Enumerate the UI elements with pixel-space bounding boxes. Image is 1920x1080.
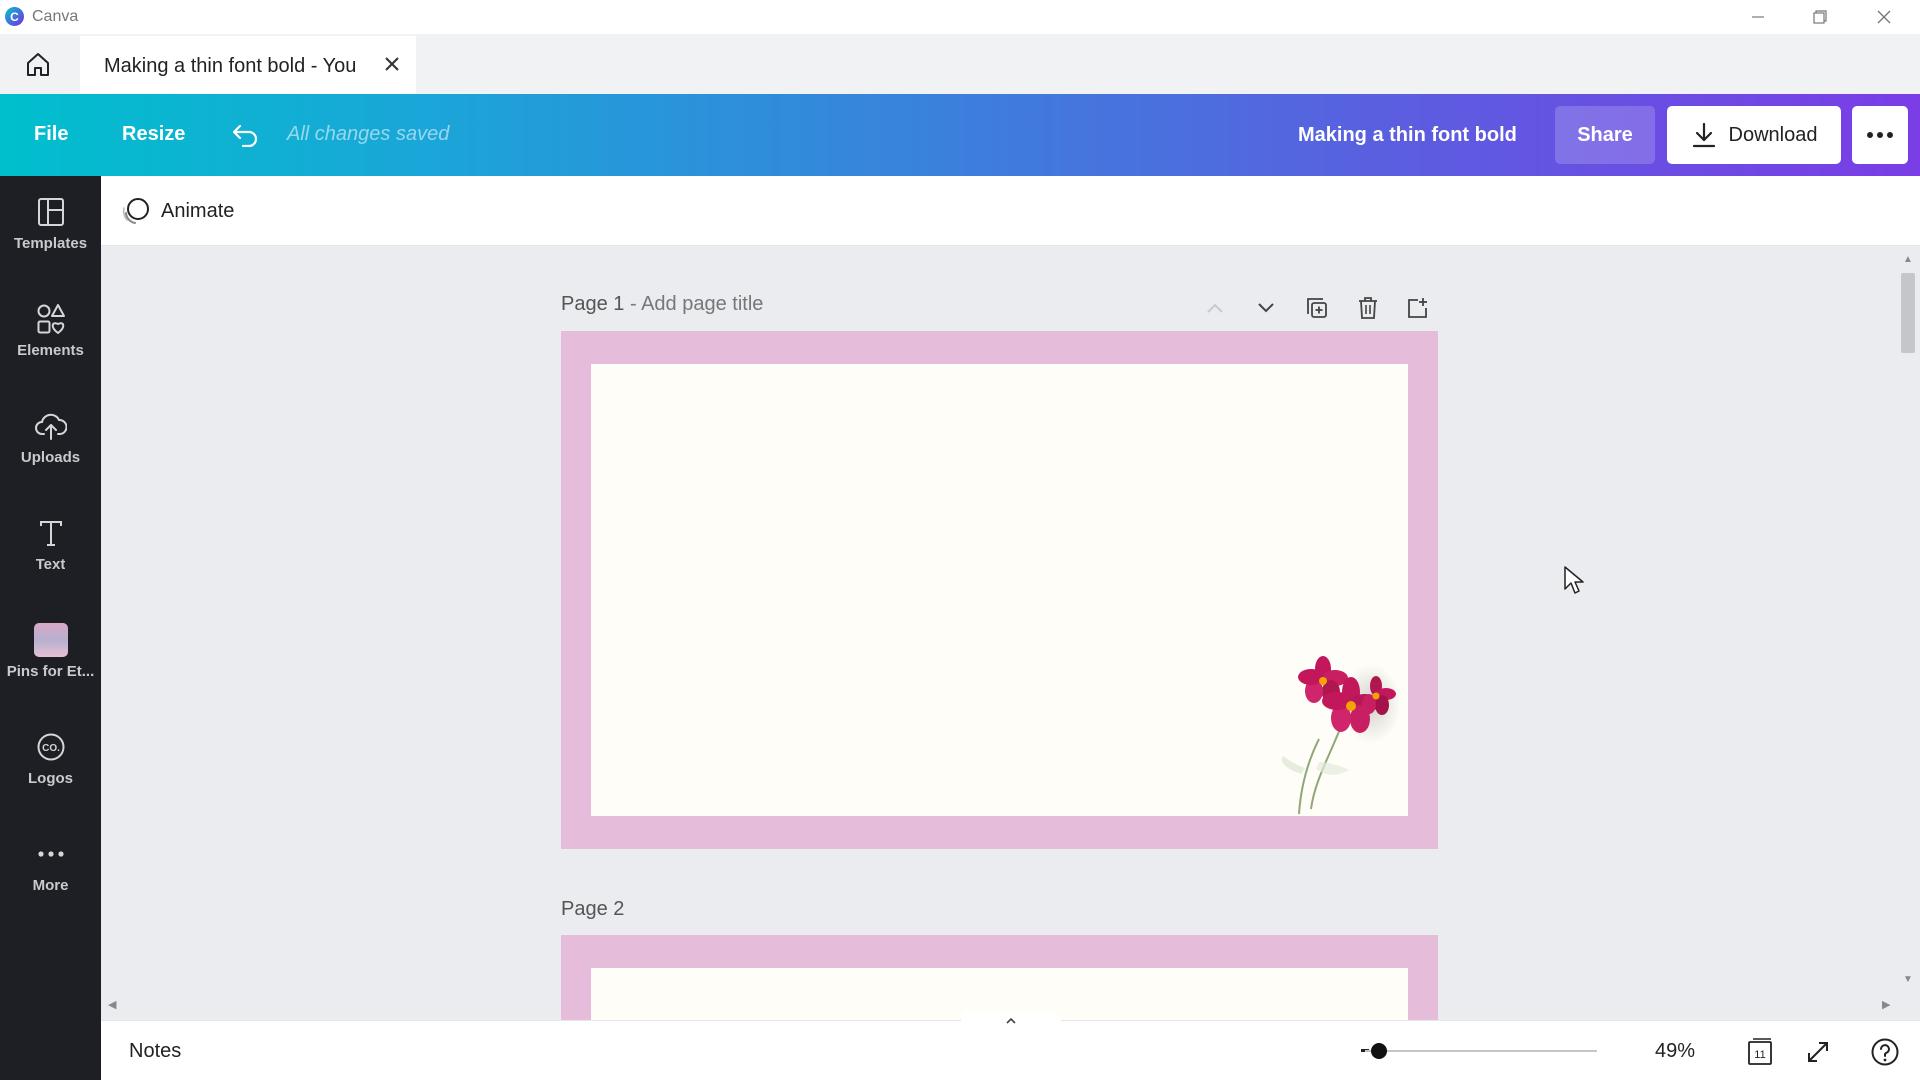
scroll-right-arrow[interactable]: ▶ — [1882, 998, 1890, 1011]
undo-button[interactable] — [230, 120, 260, 150]
sidebar-item-label: Pins for Et... — [6, 662, 95, 680]
expand-pages-button[interactable] — [961, 1011, 1061, 1029]
page-2-header: Page 2 — [561, 898, 624, 921]
page-1-label: Page 1 — [561, 293, 625, 315]
page-1-header: Page 1 - Add page title — [561, 293, 763, 316]
sidebar-item-templates[interactable]: Templates — [0, 178, 101, 268]
duplicate-icon — [1307, 298, 1327, 318]
sidebar-item-label: Uploads — [20, 448, 81, 466]
chevron-up-icon — [1207, 303, 1223, 313]
sidebar-item-label: Templates — [13, 234, 88, 252]
more-options-button[interactable] — [1852, 106, 1908, 164]
minimize-button[interactable] — [1728, 0, 1788, 34]
sidebar-item-pins-folder[interactable]: Pins for Et... — [0, 606, 101, 696]
sidebar-item-label: More — [32, 876, 69, 894]
sidebar-item-label: Elements — [17, 341, 84, 359]
document-tab[interactable]: Making a thin font bold - You — [80, 36, 416, 94]
delete-page-button[interactable] — [1351, 291, 1385, 325]
help-button[interactable] — [1868, 1035, 1902, 1069]
app-name: Canva — [32, 8, 79, 25]
more-icon — [34, 837, 68, 871]
scroll-down-arrow[interactable]: ▼ — [1903, 974, 1913, 985]
expand-icon — [1808, 1042, 1828, 1062]
bottom-bar: Notes 49% 11 — [101, 1011, 1920, 1080]
save-status: All changes saved — [287, 123, 450, 145]
vertical-scrollbar[interactable]: ▲ ▼ — [1898, 246, 1920, 1020]
animate-icon — [122, 198, 149, 224]
ellipsis-icon — [1867, 132, 1893, 138]
sidebar-item-more[interactable]: More — [0, 820, 101, 910]
sidebar-item-text[interactable]: Text — [0, 499, 101, 589]
home-icon — [27, 53, 49, 76]
elements-icon — [34, 302, 68, 336]
share-button[interactable]: Share — [1555, 106, 1655, 164]
page-count: 11 — [1754, 1049, 1765, 1061]
sidebar-item-label: Text — [35, 555, 66, 573]
close-icon — [385, 57, 399, 71]
download-button[interactable]: Download — [1667, 106, 1841, 164]
fullscreen-button[interactable] — [1801, 1035, 1835, 1069]
tab-title: Making a thin font bold - You — [104, 55, 357, 77]
page-title-input[interactable]: - Add page title — [630, 293, 763, 315]
page-2-canvas[interactable] — [561, 935, 1438, 1020]
notes-button[interactable]: Notes — [129, 1040, 181, 1063]
move-page-down-button[interactable] — [1249, 291, 1283, 325]
restore-button[interactable] — [1790, 0, 1850, 34]
context-toolbar: Animate — [101, 176, 1920, 246]
upload-cloud-icon — [34, 409, 68, 443]
duplicate-page-button[interactable] — [1300, 291, 1334, 325]
templates-icon — [34, 195, 68, 229]
editor-toolbar: File Resize All changes saved Making a t… — [0, 94, 1920, 176]
flower-image — [1281, 656, 1401, 815]
window-titlebar: C Canva — [0, 0, 1920, 34]
vertical-scroll-thumb[interactable] — [1901, 273, 1915, 353]
page-1-canvas[interactable] — [561, 331, 1438, 849]
left-sidebar: Templates Elements Uploads Text Pins for… — [0, 176, 101, 1080]
page-grid-button[interactable]: 11 — [1743, 1035, 1777, 1069]
document-title[interactable]: Making a thin font bold — [1298, 124, 1517, 147]
trash-icon — [1359, 297, 1377, 319]
page-1-content-area[interactable] — [591, 364, 1408, 816]
animate-button[interactable]: Animate — [121, 194, 234, 228]
canva-logo-icon: C — [5, 7, 24, 26]
logo-icon: CO. — [34, 730, 68, 764]
page-2-label: Page 2 — [561, 898, 625, 920]
scroll-left-arrow[interactable]: ◀ — [108, 998, 116, 1011]
help-icon — [1871, 1038, 1899, 1066]
file-menu-button[interactable]: File — [34, 123, 68, 146]
download-label: Download — [1728, 123, 1818, 146]
sidebar-item-uploads[interactable]: Uploads — [0, 392, 101, 482]
add-page-icon — [1408, 298, 1427, 318]
sidebar-item-label: Logos — [28, 769, 73, 787]
pages-icon: 11 — [1748, 1038, 1772, 1065]
sidebar-item-logos[interactable]: CO. Logos — [0, 713, 101, 803]
add-page-button[interactable] — [1401, 291, 1435, 325]
close-window-button[interactable] — [1854, 0, 1914, 34]
chevron-down-icon — [1258, 303, 1274, 313]
text-icon — [34, 516, 68, 550]
zoom-slider-handle[interactable] — [1370, 1043, 1387, 1059]
tab-bar: Making a thin font bold - You — [0, 34, 1920, 94]
folder-thumbnail — [33, 622, 68, 657]
mouse-cursor-icon — [1564, 566, 1584, 594]
sidebar-item-elements[interactable]: Elements — [0, 285, 101, 375]
zoom-level[interactable]: 49% — [1655, 1040, 1695, 1063]
move-page-up-button[interactable] — [1198, 291, 1232, 325]
undo-icon — [232, 124, 258, 147]
scroll-up-arrow[interactable]: ▲ — [1903, 254, 1913, 265]
canvas-workspace: Page 1 - Add page title Page 2 ◀ ▶ — [101, 246, 1920, 1020]
chevron-up-icon — [1006, 1017, 1016, 1024]
close-tab-button[interactable] — [380, 52, 404, 76]
zoom-slider[interactable] — [1365, 1050, 1597, 1052]
animate-label: Animate — [161, 199, 235, 222]
download-icon — [1692, 122, 1715, 148]
resize-button[interactable]: Resize — [122, 123, 185, 146]
folder-thumbnail-icon — [33, 622, 68, 657]
svg-text:CO.: CO. — [42, 743, 60, 754]
home-button[interactable] — [18, 46, 58, 82]
